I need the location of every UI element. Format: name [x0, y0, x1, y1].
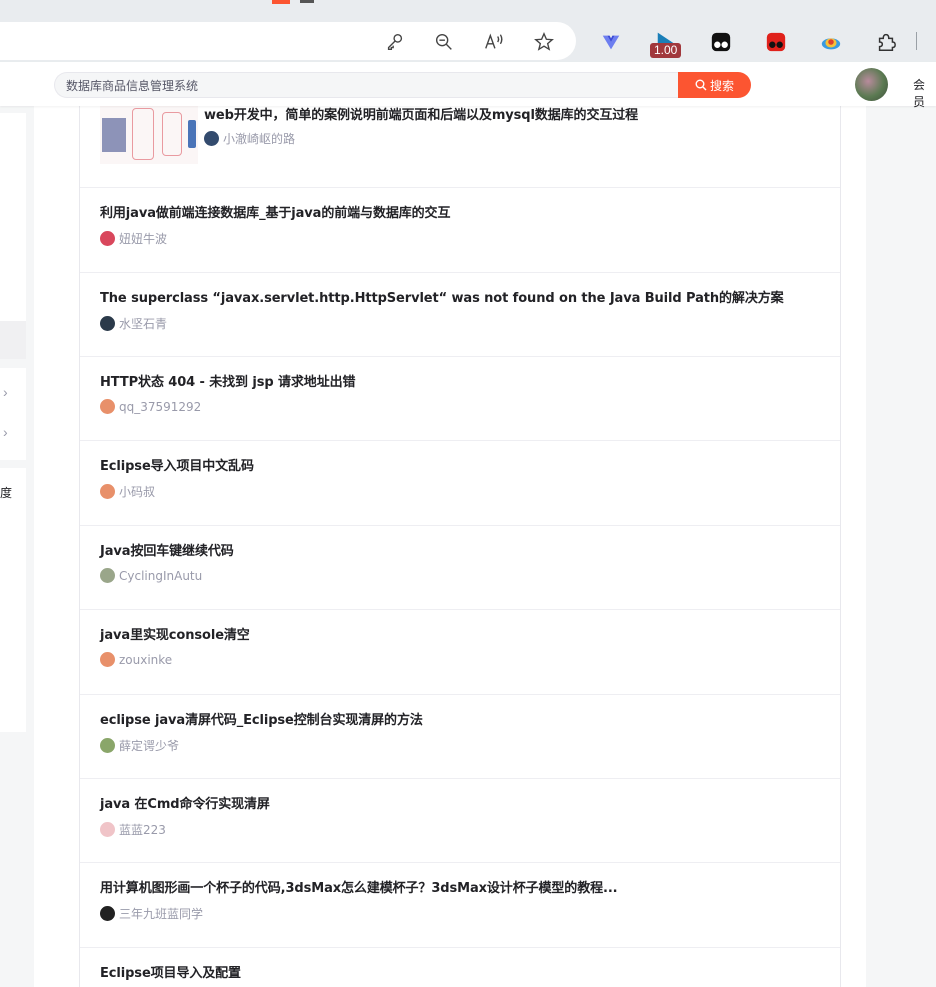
author-name: zouxinke	[119, 652, 173, 667]
article-title[interactable]: java 在Cmd命令行实现清屏	[100, 793, 270, 812]
article-title[interactable]: java里实现console清空	[100, 624, 250, 643]
vip-link[interactable]: 会员	[913, 76, 936, 110]
list-item[interactable]: HTTP状态 404 - 未找到 jsp 请求地址出错 qq_37591292	[80, 357, 840, 441]
left-sidebar-text-fragment: 度	[0, 486, 13, 500]
list-item[interactable]: Java按回车键继续代码 CyclingInAutu	[80, 526, 840, 610]
author-name: 妞妞牛波	[119, 232, 168, 246]
article-title[interactable]: 利用java做前端连接数据库_基于java的前端与数据库的交互	[100, 202, 450, 221]
author-avatar	[100, 738, 115, 753]
chevron-right-icon[interactable]: ›	[3, 424, 8, 440]
right-gutter	[866, 106, 936, 987]
extension-tampermonkey-icon[interactable]	[709, 30, 733, 54]
search-button[interactable]: 搜索	[678, 72, 751, 98]
author-name: qq_37591292	[119, 399, 202, 414]
key-icon[interactable]	[383, 30, 407, 54]
list-item[interactable]: Eclipse项目导入及配置	[80, 948, 840, 987]
list-item[interactable]: Eclipse导入项目中文乱码 小码叔	[80, 441, 840, 526]
left-sidebar-active-item[interactable]	[0, 321, 26, 359]
article-author[interactable]: 小码叔	[100, 483, 155, 500]
article-title[interactable]: 用计算机图形画一个杯子的代码,3dsMax怎么建模杯子？3dsMax设计杯子模型…	[100, 877, 618, 896]
article-author[interactable]: 小澈崎岖的路	[204, 130, 295, 147]
extension-colorful-icon[interactable]	[819, 30, 843, 54]
author-avatar	[204, 131, 219, 146]
browser-toolbar: 1.00	[0, 22, 936, 62]
tab-title-fragment[interactable]	[300, 0, 314, 3]
author-name: 小澈崎岖的路	[223, 132, 296, 146]
article-title[interactable]: The superclass “javax.servlet.http.HttpS…	[100, 287, 784, 306]
article-title[interactable]: eclipse java清屏代码_Eclipse控制台实现清屏的方法	[100, 709, 423, 728]
extensions-puzzle-icon[interactable]	[874, 30, 898, 54]
article-author[interactable]: 妞妞牛波	[100, 230, 167, 247]
author-avatar	[100, 568, 115, 583]
author-name: 薛定谔少爷	[119, 739, 180, 753]
list-item[interactable]: web开发中，简单的案例说明前端页面和后端以及mysql数据库的交互过程 小澈崎…	[80, 102, 840, 188]
search-box	[54, 72, 680, 98]
article-author[interactable]: 薛定谔少爷	[100, 737, 179, 754]
author-avatar	[100, 484, 115, 499]
search-button-label: 搜索	[709, 78, 734, 93]
left-sidebar-menu: › ›	[0, 368, 26, 460]
list-item[interactable]: 用计算机图形画一个杯子的代码,3dsMax怎么建模杯子？3dsMax设计杯子模型…	[80, 863, 840, 948]
extension-red-icon[interactable]	[764, 30, 788, 54]
author-avatar	[100, 652, 115, 667]
list-item[interactable]: 利用java做前端连接数据库_基于java的前端与数据库的交互 妞妞牛波	[80, 188, 840, 273]
author-name: 蓝蓝223	[119, 823, 166, 837]
article-author[interactable]: 三年九班蓝同学	[100, 905, 203, 922]
toolbar-divider	[916, 32, 917, 50]
browser-tab-strip	[0, 0, 936, 22]
article-title[interactable]: Java按回车键继续代码	[100, 540, 234, 559]
author-name: 三年九班蓝同学	[119, 907, 204, 921]
tab-favicon[interactable]	[272, 0, 290, 4]
article-title[interactable]: HTTP状态 404 - 未找到 jsp 请求地址出错	[100, 371, 356, 390]
author-avatar	[100, 231, 115, 246]
user-avatar[interactable]	[855, 68, 888, 101]
search-icon	[695, 79, 707, 91]
list-item[interactable]: eclipse java清屏代码_Eclipse控制台实现清屏的方法 薛定谔少爷	[80, 695, 840, 779]
author-avatar	[100, 822, 115, 837]
author-avatar	[100, 316, 115, 331]
article-title[interactable]: Eclipse项目导入及配置	[100, 962, 241, 981]
zoom-out-icon[interactable]	[432, 30, 456, 54]
zoom-badge: 1.00	[650, 43, 682, 58]
recommend-list: web开发中，简单的案例说明前端页面和后端以及mysql数据库的交互过程 小澈崎…	[79, 104, 841, 987]
author-name: 小码叔	[119, 485, 156, 499]
list-item[interactable]: The superclass “javax.servlet.http.HttpS…	[80, 273, 840, 357]
author-avatar	[100, 906, 115, 921]
author-name: 水坚石青	[119, 317, 168, 331]
list-item[interactable]: java 在Cmd命令行实现清屏 蓝蓝223	[80, 779, 840, 863]
author-name: CyclingInAutu	[119, 568, 203, 583]
chevron-right-icon[interactable]: ›	[3, 384, 8, 400]
article-thumbnail[interactable]	[100, 104, 198, 164]
author-avatar	[100, 399, 115, 414]
article-author[interactable]: 水坚石青	[100, 315, 167, 332]
article-author[interactable]: CyclingInAutu	[100, 568, 202, 583]
article-author[interactable]: 蓝蓝223	[100, 821, 166, 838]
article-title[interactable]: web开发中，简单的案例说明前端页面和后端以及mysql数据库的交互过程	[204, 104, 638, 123]
search-input[interactable]	[55, 73, 680, 97]
article-author[interactable]: qq_37591292	[100, 399, 201, 414]
read-aloud-icon[interactable]	[482, 30, 506, 54]
article-title[interactable]: Eclipse导入项目中文乱码	[100, 455, 254, 474]
left-sidebar-card	[0, 468, 26, 732]
site-header: 搜索 会员	[0, 62, 936, 109]
list-item[interactable]: java里实现console清空 zouxinke	[80, 610, 840, 695]
favorite-star-icon[interactable]	[532, 30, 556, 54]
article-author[interactable]: zouxinke	[100, 652, 172, 667]
extension-vue-icon[interactable]	[599, 30, 623, 54]
